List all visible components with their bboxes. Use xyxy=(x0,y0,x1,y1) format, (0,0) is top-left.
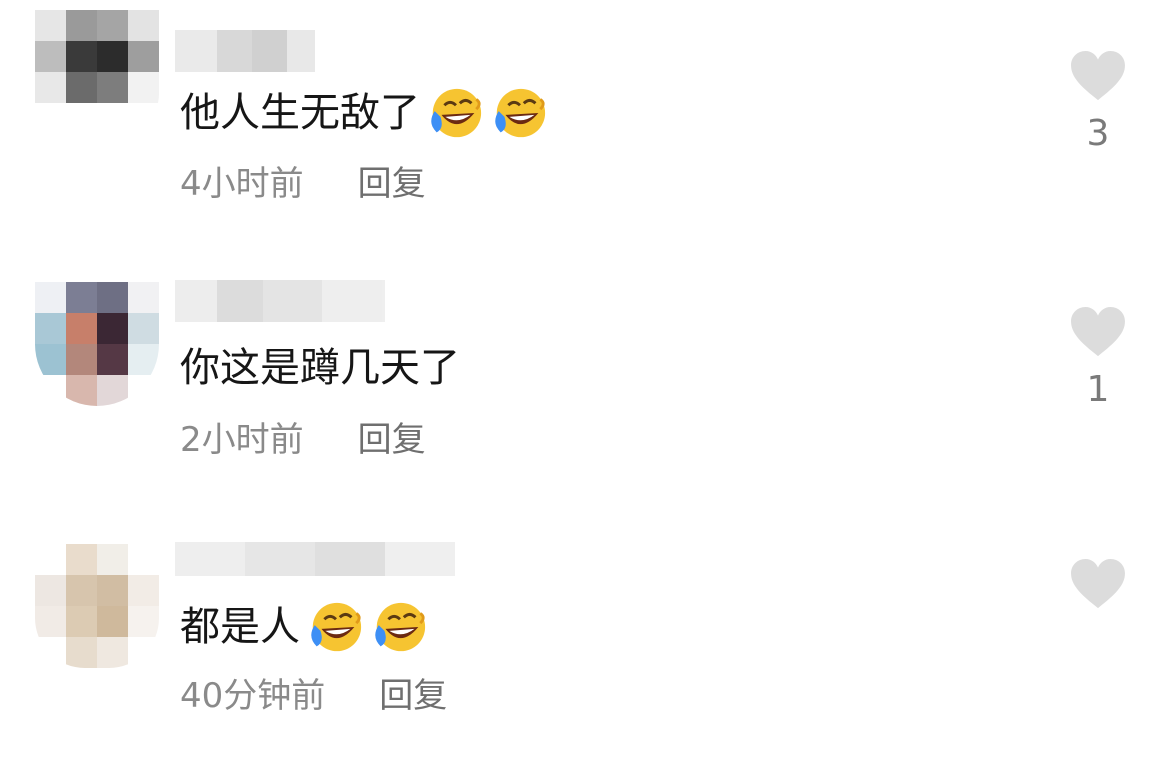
reply-button[interactable]: 回复 xyxy=(358,420,426,460)
username-blurred[interactable] xyxy=(175,30,315,72)
laughing-crying-emoji-icon xyxy=(370,598,428,656)
like-button[interactable] xyxy=(1068,558,1128,622)
like-button[interactable]: 3 xyxy=(1068,50,1128,154)
like-button[interactable]: 1 xyxy=(1068,306,1128,410)
comment-time: 40分钟前 xyxy=(180,676,326,716)
heart-icon[interactable] xyxy=(1069,558,1127,610)
comment-text-content: 都是人 xyxy=(180,604,300,650)
comment-time: 2小时前 xyxy=(180,420,304,460)
reply-button[interactable]: 回复 xyxy=(379,676,447,716)
comment-item: 他人生无敌了 4小时前 回复 3 xyxy=(0,0,1170,240)
comment-text: 你这是蹲几天了 xyxy=(180,344,460,392)
avatar[interactable] xyxy=(35,10,159,134)
like-count: 1 xyxy=(1086,369,1110,410)
avatar[interactable] xyxy=(35,544,159,668)
comment-meta: 4小时前 回复 xyxy=(180,164,426,204)
comment-time: 4小时前 xyxy=(180,164,304,204)
comment-item: 你这是蹲几天了 2小时前 回复 1 xyxy=(0,262,1170,502)
comment-text: 都是人 xyxy=(180,598,428,656)
reply-button[interactable]: 回复 xyxy=(358,164,426,204)
comment-text-content: 他人生无敌了 xyxy=(180,90,420,136)
comment-meta: 2小时前 回复 xyxy=(180,420,426,460)
laughing-crying-emoji-icon xyxy=(426,84,484,142)
comment-item: 都是人 40分钟前 回复 xyxy=(0,520,1170,760)
comment-text: 他人生无敌了 xyxy=(180,84,548,142)
comment-text-content: 你这是蹲几天了 xyxy=(180,345,460,391)
laughing-crying-emoji-icon xyxy=(490,84,548,142)
heart-icon[interactable] xyxy=(1069,306,1127,358)
heart-icon[interactable] xyxy=(1069,50,1127,102)
avatar[interactable] xyxy=(35,282,159,406)
username-blurred[interactable] xyxy=(175,280,385,322)
username-blurred[interactable] xyxy=(175,542,455,576)
comment-meta: 40分钟前 回复 xyxy=(180,676,447,716)
laughing-crying-emoji-icon xyxy=(306,598,364,656)
like-count: 3 xyxy=(1086,113,1110,154)
